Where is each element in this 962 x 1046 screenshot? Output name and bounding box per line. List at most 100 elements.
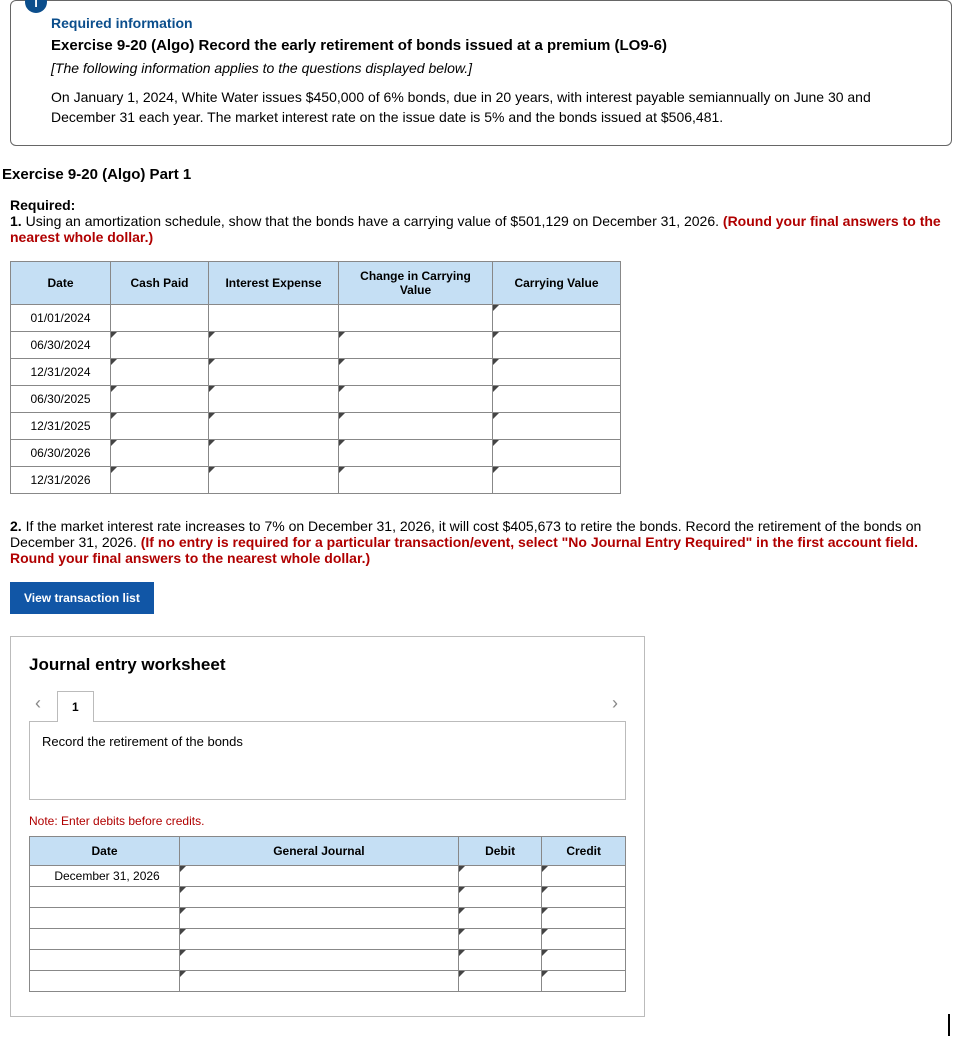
table-row: [30, 971, 626, 992]
tab-1[interactable]: 1: [57, 691, 94, 722]
amort-date-cell: 12/31/2026: [11, 467, 111, 494]
journal-worksheet-card: Journal entry worksheet ‹ 1 › Record the…: [10, 636, 645, 1017]
amort-input-cell[interactable]: [209, 440, 339, 467]
amort-input-cell[interactable]: [111, 440, 209, 467]
je-input-cell[interactable]: [458, 971, 542, 992]
je-input-cell[interactable]: [458, 950, 542, 971]
amort-date-cell: 06/30/2026: [11, 440, 111, 467]
amort-input-cell[interactable]: [209, 386, 339, 413]
je-input-cell[interactable]: [542, 929, 626, 950]
amort-input-cell[interactable]: [111, 332, 209, 359]
je-input-cell[interactable]: [542, 887, 626, 908]
amort-input-cell[interactable]: [111, 413, 209, 440]
view-transaction-list-button[interactable]: View transaction list: [10, 582, 154, 614]
table-row: December 31, 2026: [30, 866, 626, 887]
table-row: 06/30/2025: [11, 386, 621, 413]
required-label: Required:: [10, 197, 75, 213]
je-date-cell: [30, 929, 180, 950]
je-input-cell[interactable]: [542, 950, 626, 971]
amort-input-cell[interactable]: [493, 305, 621, 332]
chevron-right-icon[interactable]: ›: [606, 689, 624, 718]
table-row: 06/30/2024: [11, 332, 621, 359]
table-row: [30, 929, 626, 950]
table-row: [30, 950, 626, 971]
amort-input-cell[interactable]: [209, 413, 339, 440]
th-date: Date: [11, 262, 111, 305]
amort-input-cell[interactable]: [339, 305, 493, 332]
journal-title: Journal entry worksheet: [29, 655, 626, 675]
je-input-cell[interactable]: [180, 908, 459, 929]
amort-input-cell[interactable]: [339, 359, 493, 386]
exercise-title: Exercise 9-20 (Algo) Record the early re…: [51, 37, 935, 54]
table-row: 01/01/2024: [11, 305, 621, 332]
amort-input-cell[interactable]: [493, 467, 621, 494]
je-date-cell: [30, 887, 180, 908]
th-change-carrying: Change in Carrying Value: [339, 262, 493, 305]
required-block: Required: 1. Using an amortization sched…: [10, 197, 952, 245]
je-input-cell[interactable]: [542, 971, 626, 992]
je-input-cell[interactable]: [542, 908, 626, 929]
text-cursor: [948, 1014, 950, 1036]
je-input-cell[interactable]: [542, 866, 626, 887]
amort-input-cell[interactable]: [339, 467, 493, 494]
table-row: 12/31/2024: [11, 359, 621, 386]
table-row: [30, 887, 626, 908]
amort-date-cell: 12/31/2024: [11, 359, 111, 386]
je-input-cell[interactable]: [458, 887, 542, 908]
amort-date-cell: 06/30/2024: [11, 332, 111, 359]
applies-note: [The following information applies to th…: [51, 60, 935, 76]
je-input-cell[interactable]: [180, 866, 459, 887]
je-th-date: Date: [30, 837, 180, 866]
th-interest-expense: Interest Expense: [209, 262, 339, 305]
chevron-left-icon[interactable]: ‹: [29, 689, 47, 718]
amort-input-cell[interactable]: [209, 467, 339, 494]
amort-input-cell[interactable]: [111, 467, 209, 494]
je-input-cell[interactable]: [458, 929, 542, 950]
amort-input-cell[interactable]: [339, 440, 493, 467]
q2-prefix: 2.: [10, 518, 22, 534]
je-input-cell[interactable]: [180, 929, 459, 950]
je-input-cell[interactable]: [180, 887, 459, 908]
amort-input-cell[interactable]: [339, 386, 493, 413]
note-debits-before-credits: Note: Enter debits before credits.: [29, 814, 626, 828]
scenario-paragraph: On January 1, 2024, White Water issues $…: [51, 88, 935, 127]
table-row: 12/31/2025: [11, 413, 621, 440]
je-input-cell[interactable]: [458, 908, 542, 929]
table-row: 12/31/2026: [11, 467, 621, 494]
q2-instruction-red: (If no entry is required for a particula…: [10, 534, 918, 566]
amort-input-cell[interactable]: [111, 305, 209, 332]
je-input-cell[interactable]: [180, 971, 459, 992]
amort-input-cell[interactable]: [209, 305, 339, 332]
je-th-general-journal: General Journal: [180, 837, 459, 866]
amort-date-cell: 01/01/2024: [11, 305, 111, 332]
amort-input-cell[interactable]: [111, 386, 209, 413]
amort-date-cell: 12/31/2025: [11, 413, 111, 440]
je-th-debit: Debit: [458, 837, 542, 866]
je-date-cell: December 31, 2026: [30, 866, 180, 887]
q2-block: 2. If the market interest rate increases…: [10, 518, 952, 566]
table-row: 06/30/2026: [11, 440, 621, 467]
je-date-cell: [30, 971, 180, 992]
amort-date-cell: 06/30/2025: [11, 386, 111, 413]
required-info-box: i Required information Exercise 9-20 (Al…: [10, 0, 952, 146]
th-carrying-value: Carrying Value: [493, 262, 621, 305]
table-row: [30, 908, 626, 929]
amort-input-cell[interactable]: [111, 359, 209, 386]
amort-input-cell[interactable]: [493, 440, 621, 467]
amort-input-cell[interactable]: [493, 413, 621, 440]
amortization-table: Date Cash Paid Interest Expense Change i…: [10, 261, 621, 494]
q1-text: Using an amortization schedule, show tha…: [22, 213, 723, 229]
q1-prefix: 1.: [10, 213, 22, 229]
amort-input-cell[interactable]: [493, 386, 621, 413]
amort-input-cell[interactable]: [339, 332, 493, 359]
je-input-cell[interactable]: [180, 950, 459, 971]
amort-input-cell[interactable]: [209, 332, 339, 359]
je-date-cell: [30, 950, 180, 971]
je-input-cell[interactable]: [458, 866, 542, 887]
amort-input-cell[interactable]: [493, 332, 621, 359]
je-th-credit: Credit: [542, 837, 626, 866]
part-header: Exercise 9-20 (Algo) Part 1: [2, 166, 952, 183]
amort-input-cell[interactable]: [209, 359, 339, 386]
amort-input-cell[interactable]: [493, 359, 621, 386]
amort-input-cell[interactable]: [339, 413, 493, 440]
